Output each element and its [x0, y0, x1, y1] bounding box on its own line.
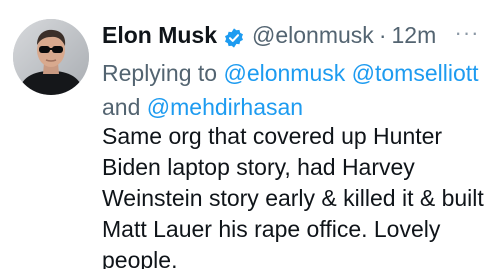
mention-link[interactable]: @elonmusk: [223, 60, 345, 86]
tweet-text-line: Weinstein story early & killed it & buil…: [102, 185, 484, 211]
tweet-text-line: Matt Lauer his rape office. Lovely: [102, 216, 441, 242]
author-name[interactable]: Elon Musk: [102, 18, 217, 52]
separator-dot: ·: [378, 22, 387, 48]
more-options-icon[interactable]: ···: [447, 18, 487, 48]
mention-link[interactable]: @tomselliott: [352, 60, 479, 86]
tweet-text-line: Biden laptop story, had Harvey: [102, 154, 415, 180]
tweet-card[interactable]: Elon Musk @elonmusk · 12m ··· Replying t…: [0, 0, 500, 269]
tweet-header: Elon Musk @elonmusk · 12m: [102, 18, 436, 52]
mention-link[interactable]: @mehdirhasan: [147, 94, 303, 120]
verified-badge-icon: [223, 24, 245, 48]
replying-to: Replying to @elonmusk @tomselliott and @…: [102, 56, 482, 124]
avatar[interactable]: [13, 19, 89, 95]
tweet-text-line: people.: [102, 247, 178, 269]
tweet-timestamp[interactable]: 12m: [391, 18, 436, 52]
tweet-text: Same org that covered up Hunter Biden la…: [102, 121, 497, 269]
profile-photo: [13, 19, 89, 95]
tweet-text-line: Same org that covered up Hunter: [102, 123, 443, 149]
replying-to-label: Replying to: [102, 60, 218, 86]
author-handle[interactable]: @elonmusk: [252, 18, 374, 52]
replying-conjunction: and: [102, 94, 141, 120]
